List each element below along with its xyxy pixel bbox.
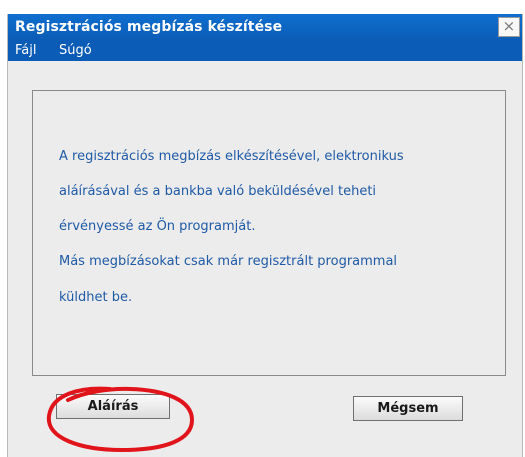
cancel-button[interactable]: Mégsem (353, 396, 463, 421)
info-text-line: érvényessé az Ön programját. (59, 219, 256, 234)
window-title: Regisztrációs megbízás készítése (15, 19, 283, 35)
menu-item-file[interactable]: Fájl (15, 40, 36, 61)
menu-item-help[interactable]: Súgó (59, 40, 92, 61)
info-text-line: küldhet be. (59, 290, 133, 305)
menu-bar: Fájl Súgó (8, 40, 522, 61)
info-text-line: aláírásával és a bankba való beküldéséve… (59, 184, 377, 199)
info-text-line: A regisztrációs megbízás elkészítésével,… (59, 149, 404, 164)
info-panel: A regisztrációs megbízás elkészítésével,… (32, 90, 506, 376)
close-icon[interactable]: × (498, 17, 520, 37)
sign-button[interactable]: Aláírás (56, 394, 170, 419)
title-bar: Regisztrációs megbízás készítése × (8, 14, 522, 40)
dialog-window: Regisztrációs megbízás készítése × Fájl … (7, 14, 523, 457)
info-text-line: Más megbízásokat csak már regisztrált pr… (59, 254, 398, 269)
